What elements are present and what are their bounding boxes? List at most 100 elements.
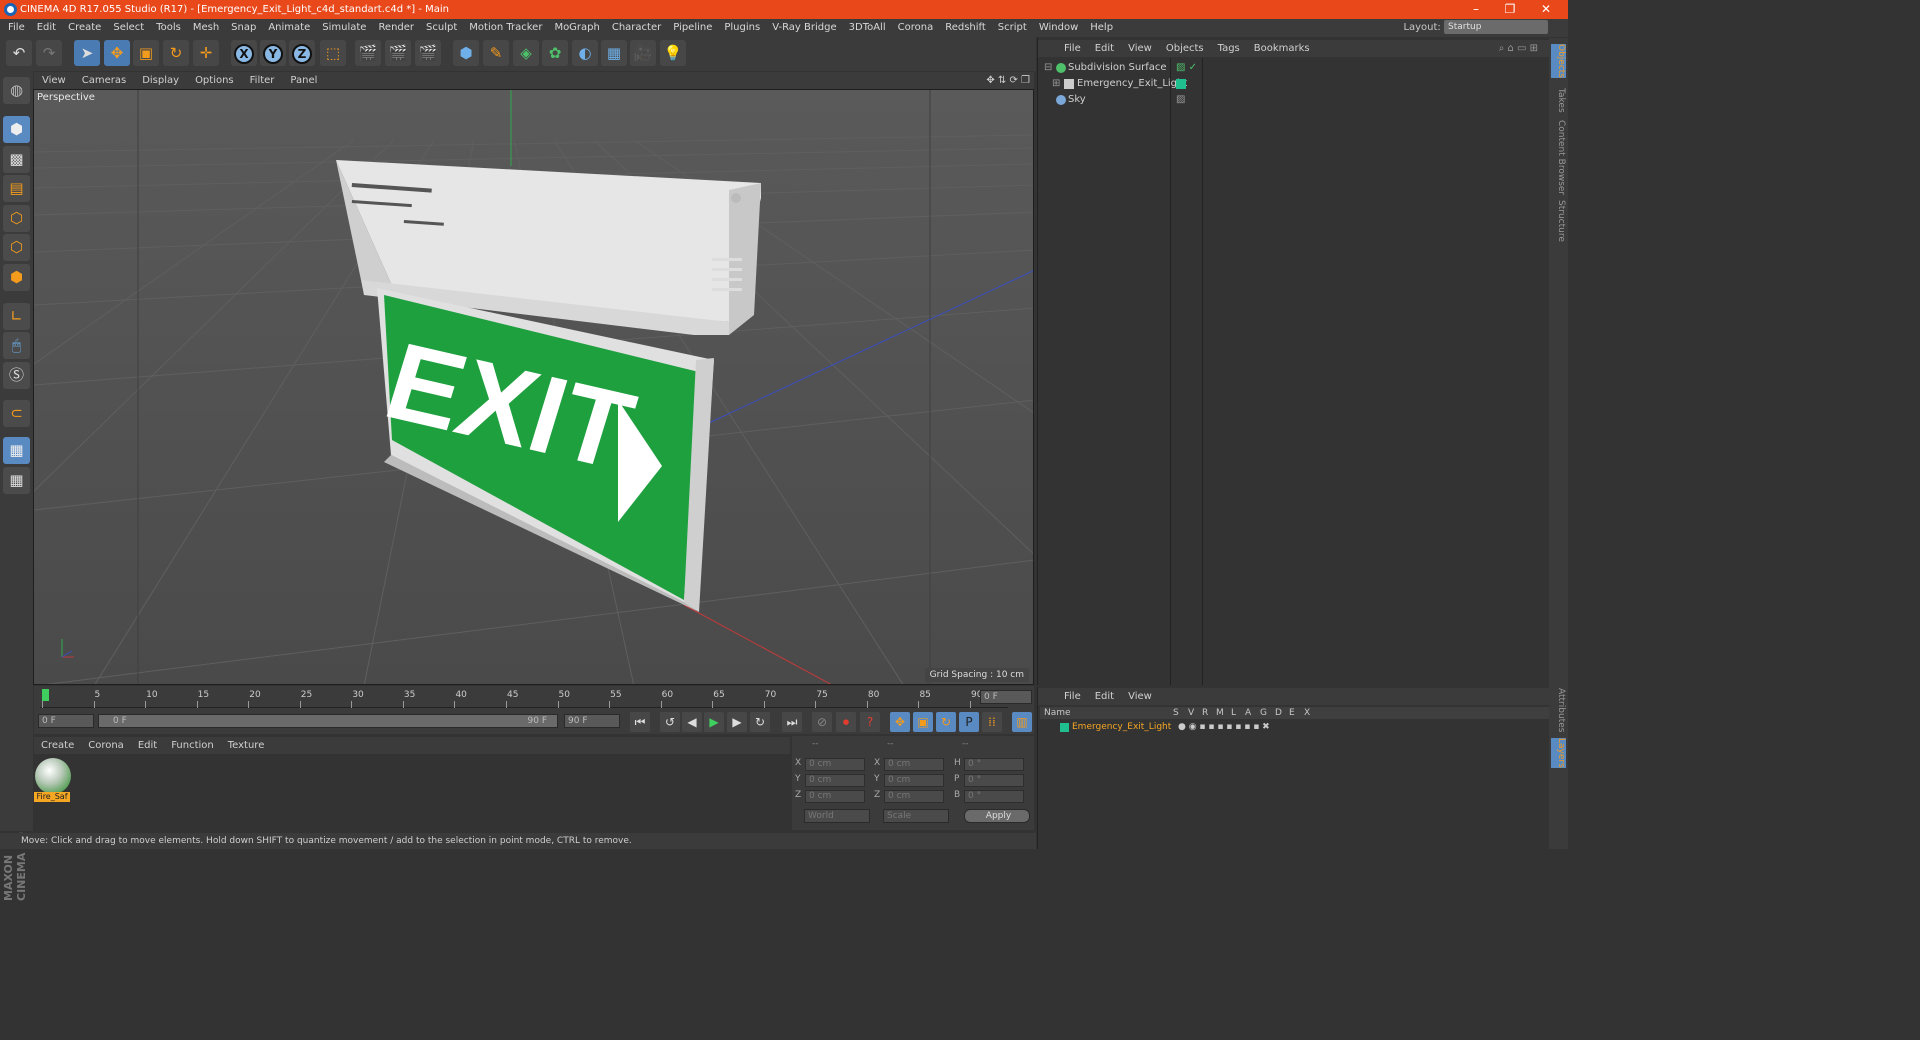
menu-help[interactable]: Help — [1090, 22, 1113, 33]
rotation-p-field[interactable]: 0 ° — [964, 774, 1024, 787]
laymenu-file[interactable]: File — [1064, 691, 1081, 702]
tab-objects[interactable]: Objects — [1551, 44, 1566, 79]
tab-content-browser[interactable]: Content Browser — [1551, 120, 1566, 195]
tab-layers[interactable]: Layers — [1551, 738, 1566, 768]
move-tool-icon[interactable]: ✥ — [104, 40, 130, 66]
snap-icon[interactable]: Ⓢ — [3, 362, 30, 389]
viewport-menu-filter[interactable]: Filter — [250, 75, 275, 86]
planar-workplane-icon[interactable]: ▦ — [3, 467, 30, 494]
object-name[interactable]: Subdivision Surface — [1068, 60, 1167, 76]
locked-workplane-icon[interactable]: ▦ — [3, 437, 30, 464]
key-scale-icon[interactable]: ▣ — [913, 712, 933, 732]
material-menu-texture[interactable]: Texture — [228, 740, 265, 751]
cube-primitive-icon[interactable]: ⬢ — [453, 40, 479, 66]
goto-end-icon[interactable]: ⏭ — [782, 712, 802, 732]
tab-structure[interactable]: Structure — [1551, 200, 1566, 242]
viewport-nav-icons[interactable]: ✥ ⇅ ⟳ ❐ — [986, 72, 1030, 89]
menu-tools[interactable]: Tools — [156, 22, 181, 33]
menu-corona[interactable]: Corona — [898, 22, 934, 33]
objmenu-objects[interactable]: Objects — [1166, 43, 1204, 54]
menu-plugins[interactable]: Plugins — [724, 22, 760, 33]
start-frame-field[interactable]: 0 F — [38, 714, 94, 728]
close-button[interactable]: ✕ — [1532, 0, 1560, 19]
objmenu-tags[interactable]: Tags — [1218, 43, 1240, 54]
recent-tool-icon[interactable]: ✛ — [193, 40, 219, 66]
prev-frame-icon[interactable]: ◀ — [682, 712, 702, 732]
menu-edit[interactable]: Edit — [37, 22, 56, 33]
menu-render[interactable]: Render — [378, 22, 414, 33]
viewport-menu-options[interactable]: Options — [195, 75, 234, 86]
material-preview[interactable] — [35, 758, 71, 794]
deformer-icon[interactable]: ◐ — [572, 40, 598, 66]
objmenu-file[interactable]: File — [1064, 43, 1081, 54]
material-menu-function[interactable]: Function — [171, 740, 214, 751]
magnet-icon[interactable]: ⊂ — [3, 400, 30, 427]
rotate-tool-icon[interactable]: ↻ — [163, 40, 189, 66]
visibility-check-icon[interactable]: ▨ ✓ — [1176, 60, 1197, 76]
viewport-menu-cameras[interactable]: Cameras — [82, 75, 126, 86]
menu-motion-tracker[interactable]: Motion Tracker — [469, 22, 542, 33]
object-row[interactable]: ⊟ Subdivision Surface ▨ ✓ — [1040, 60, 1549, 76]
object-row[interactable]: Sky ▨ — [1040, 92, 1549, 108]
mograph-cloner-icon[interactable]: ✿ — [542, 40, 568, 66]
play-icon[interactable]: ▶ — [704, 712, 724, 732]
key-pla-icon[interactable]: ⁞⁞ — [982, 712, 1002, 732]
next-key-icon[interactable]: ↻ — [750, 712, 770, 732]
tab-takes[interactable]: Takes — [1551, 88, 1566, 113]
size-y-field[interactable]: 0 cm — [884, 774, 944, 787]
laymenu-view[interactable]: View — [1128, 691, 1152, 702]
camera-icon[interactable]: 🎥 — [630, 40, 656, 66]
object-name[interactable]: Sky — [1068, 92, 1086, 108]
next-frame-icon[interactable]: ▶ — [727, 712, 747, 732]
menu-sculpt[interactable]: Sculpt — [426, 22, 457, 33]
perspective-viewport[interactable]: EXIT Perspective Grid Spacing : 10 cm — [33, 89, 1034, 685]
restore-button[interactable]: ❐ — [1496, 0, 1524, 19]
objmenu-view[interactable]: View — [1128, 43, 1152, 54]
menu-create[interactable]: Create — [68, 22, 101, 33]
position-y-field[interactable]: 0 cm — [805, 774, 865, 787]
key-rotation-icon[interactable]: ↻ — [936, 712, 956, 732]
menu-simulate[interactable]: Simulate — [322, 22, 366, 33]
undo-icon[interactable]: ↶ — [6, 40, 32, 66]
timeline-ruler[interactable]: 051015202530354045505560657075808590 0 F — [34, 686, 1034, 710]
rotation-h-field[interactable]: 0 ° — [964, 758, 1024, 771]
viewport-menu-panel[interactable]: Panel — [290, 75, 317, 86]
objmenu-bookmarks[interactable]: Bookmarks — [1254, 43, 1310, 54]
make-editable-icon[interactable]: ◍ — [3, 77, 30, 104]
polygons-mode-icon[interactable]: ⬢ — [3, 264, 30, 291]
size-z-field[interactable]: 0 cm — [884, 790, 944, 803]
material-menu-create[interactable]: Create — [41, 740, 74, 751]
menu-select[interactable]: Select — [113, 22, 144, 33]
layer-toggle-icons[interactable]: ● ◉ ▪ ▪ ▪ ▪ ▪ ▪ ▪ ✖ — [1178, 720, 1270, 734]
floor-scene-icon[interactable]: ▦ — [601, 40, 627, 66]
prev-key-icon[interactable]: ↺ — [660, 712, 680, 732]
viewport-menu-view[interactable]: View — [42, 75, 66, 86]
tab-attributes[interactable]: Attributes — [1551, 688, 1566, 732]
render-picture-viewer-icon[interactable]: 🎬 — [385, 40, 411, 66]
layer-name[interactable]: Emergency_Exit_Light — [1072, 720, 1171, 734]
frame-range-slider[interactable]: 0 F 90 F — [98, 714, 558, 728]
axis-mode-icon[interactable]: ∟ — [3, 303, 30, 330]
model-mode-icon[interactable]: ⬢ — [3, 116, 30, 143]
autokey-icon[interactable]: ? — [860, 712, 880, 732]
position-x-field[interactable]: 0 cm — [805, 758, 865, 771]
render-view-icon[interactable]: 🎬 — [355, 40, 381, 66]
viewport-menu-display[interactable]: Display — [142, 75, 179, 86]
goto-start-icon[interactable]: ⏮ — [630, 712, 650, 732]
menu-vray-bridge[interactable]: V-Ray Bridge — [772, 22, 836, 33]
menu-character[interactable]: Character — [612, 22, 661, 33]
menu-animate[interactable]: Animate — [268, 22, 310, 33]
object-row[interactable]: ⊞ Emergency_Exit_Light — [1040, 76, 1549, 92]
menu-file[interactable]: File — [8, 22, 25, 33]
object-manager-tools-icons[interactable]: ⌕ ⌂ ▭ ⊞ — [1499, 40, 1538, 57]
scale-dropdown[interactable]: Scale — [883, 809, 949, 823]
points-mode-icon[interactable]: ⬡ — [3, 205, 30, 232]
key-parameter-icon[interactable]: P — [959, 712, 979, 732]
scale-tool-icon[interactable]: ▣ — [133, 40, 159, 66]
menu-mograph[interactable]: MoGraph — [554, 22, 599, 33]
position-z-field[interactable]: 0 cm — [805, 790, 865, 803]
menu-3dtoall[interactable]: 3DToAll — [849, 22, 886, 33]
key-position-icon[interactable]: ✥ — [890, 712, 910, 732]
keyframe-selection-icon[interactable]: ⊘ — [812, 712, 832, 732]
material-name[interactable]: Fire_Saf — [34, 792, 70, 802]
